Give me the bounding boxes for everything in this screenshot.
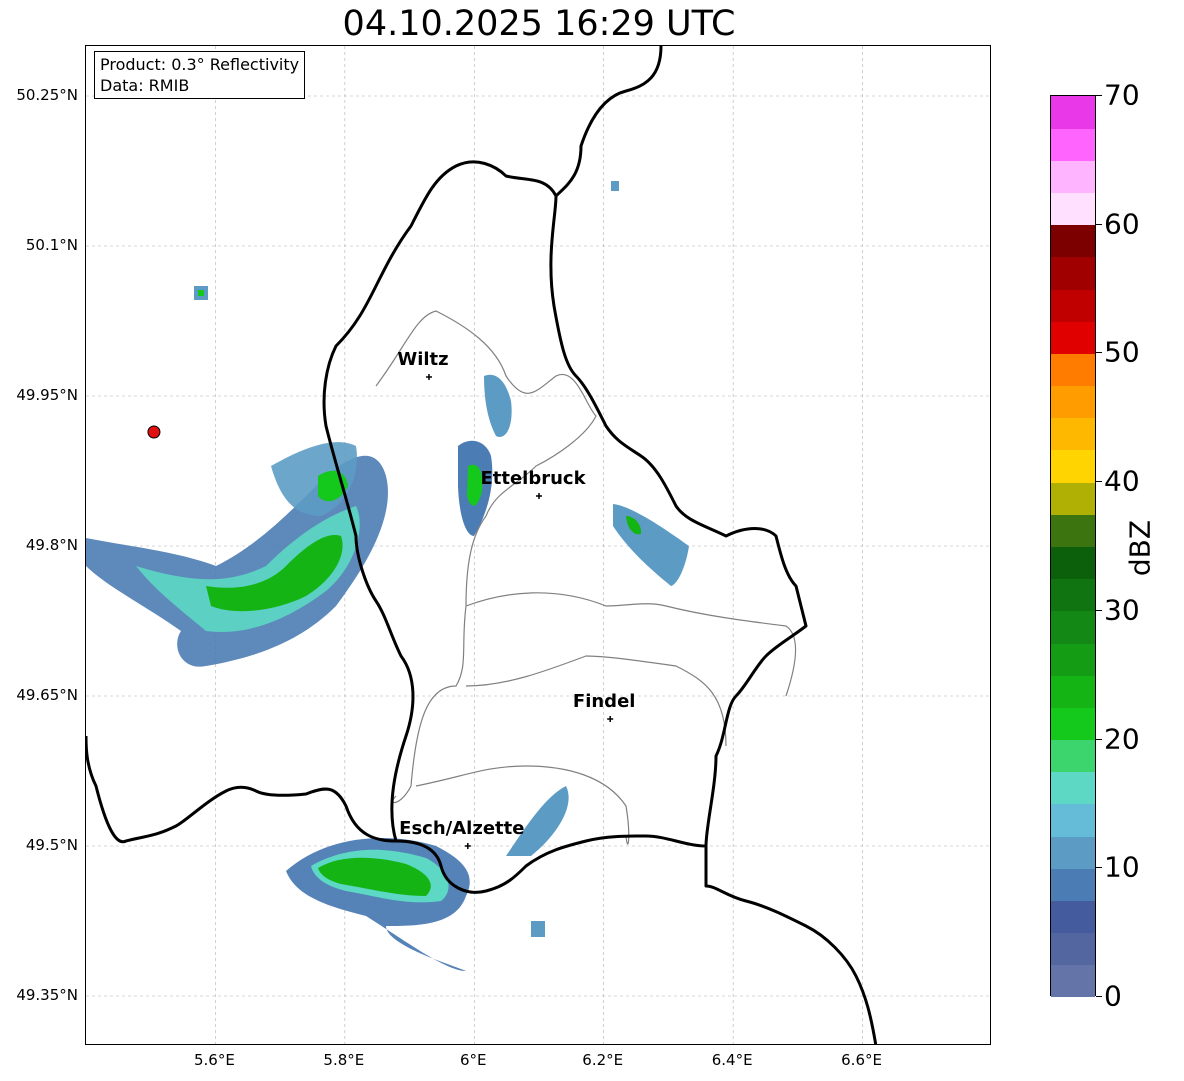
y-tick-label: 49.65°N (16, 686, 78, 704)
colorbar-segment (1051, 353, 1095, 387)
colorbar-segment (1051, 321, 1095, 354)
colorbar-segment (1051, 707, 1095, 741)
map-area[interactable] (85, 45, 991, 1045)
echo-speck (611, 181, 619, 191)
y-tick-label: 49.5°N (25, 836, 78, 854)
colorbar-tick (1096, 996, 1102, 997)
echo-speck (198, 290, 204, 296)
gridlines (86, 46, 990, 1044)
info-data-source: Data: RMIB (100, 76, 190, 95)
x-tick-label: 5.6°E (194, 1051, 235, 1069)
colorbar-tick-label: 0 (1104, 979, 1122, 1013)
radar-site-marker (147, 425, 161, 439)
colorbar-segment (1051, 868, 1095, 901)
colorbar-tick-label: 30 (1104, 593, 1140, 627)
city-label: Findel (572, 691, 636, 712)
colorbar-segment (1051, 900, 1095, 934)
x-tick-label: 6.2°E (582, 1051, 624, 1069)
colorbar-segment (1051, 417, 1095, 451)
colorbar-segment (1051, 964, 1095, 998)
colorbar-tick (1096, 481, 1102, 483)
colorbar-segment (1051, 578, 1095, 612)
colorbar-unit: dBZ (1123, 519, 1157, 577)
y-tick-label: 50.1°N (25, 236, 78, 254)
luxembourg-border (86, 46, 878, 1044)
colorbar-tick (1096, 223, 1102, 225)
colorbar (1050, 95, 1096, 998)
map-canvas (86, 46, 990, 1044)
city-label: Wiltz (397, 349, 449, 370)
info-product: Product: 0.3° Reflectivity (100, 55, 300, 74)
colorbar-segment (1051, 514, 1095, 547)
colorbar-tick (1096, 609, 1102, 611)
colorbar-segment (1051, 546, 1095, 580)
colorbar-segment (1051, 610, 1095, 644)
colorbar-segment (1051, 192, 1095, 226)
colorbar-segment (1051, 449, 1095, 483)
city-label: Ettelbruck (480, 468, 586, 489)
city-marker (607, 716, 614, 722)
y-tick-label: 50.25°N (16, 86, 78, 104)
y-tick-label: 49.35°N (16, 986, 78, 1004)
echo-ettelbruck-north (484, 374, 512, 437)
city-marker (425, 374, 432, 380)
y-tick-label: 49.8°N (25, 536, 78, 554)
colorbar-segment (1051, 739, 1095, 773)
city-marker (536, 493, 542, 499)
city-marker (464, 843, 471, 849)
colorbar-segment (1051, 675, 1095, 708)
colorbar-tick (1096, 738, 1102, 740)
colorbar-tick (1096, 95, 1102, 96)
x-tick-label: 6.6°E (841, 1051, 882, 1069)
colorbar-tick-label: 70 (1104, 78, 1140, 112)
radar-echoes (86, 181, 689, 971)
colorbar-segment (1051, 932, 1095, 966)
city-label: Esch/Alzette (399, 818, 525, 839)
colorbar-segment (1051, 224, 1095, 258)
colorbar-segment (1051, 256, 1095, 290)
colorbar-segment (1051, 803, 1095, 837)
colorbar-segment (1051, 771, 1095, 805)
colorbar-tick-label: 10 (1104, 850, 1140, 884)
echo-speck (531, 921, 545, 937)
x-tick-label: 6°E (460, 1051, 487, 1069)
x-tick-label: 6.4°E (711, 1051, 753, 1069)
x-tick-label: 5.8°E (323, 1051, 365, 1069)
colorbar-segment (1051, 836, 1095, 869)
colorbar-segment (1051, 482, 1095, 515)
colorbar-tick-label: 60 (1104, 207, 1140, 241)
colorbar-tick-label: 40 (1104, 464, 1140, 498)
colorbar-segment (1051, 385, 1095, 419)
colorbar-tick-label: 50 (1104, 335, 1140, 369)
map-title: 04.10.2025 16:29 UTC (342, 4, 736, 44)
colorbar-segment (1051, 96, 1095, 129)
colorbar-tick (1096, 867, 1102, 869)
colorbar-segment (1051, 289, 1095, 322)
colorbar-segment (1051, 128, 1095, 161)
echo-east (613, 504, 689, 586)
colorbar-tick-label: 20 (1104, 722, 1140, 756)
y-tick-label: 49.95°N (16, 386, 78, 404)
colorbar-segment (1051, 643, 1095, 676)
info-box: Product: 0.3° Reflectivity Data: RMIB (94, 51, 306, 99)
colorbar-segment (1051, 160, 1095, 194)
colorbar-tick (1096, 352, 1102, 354)
